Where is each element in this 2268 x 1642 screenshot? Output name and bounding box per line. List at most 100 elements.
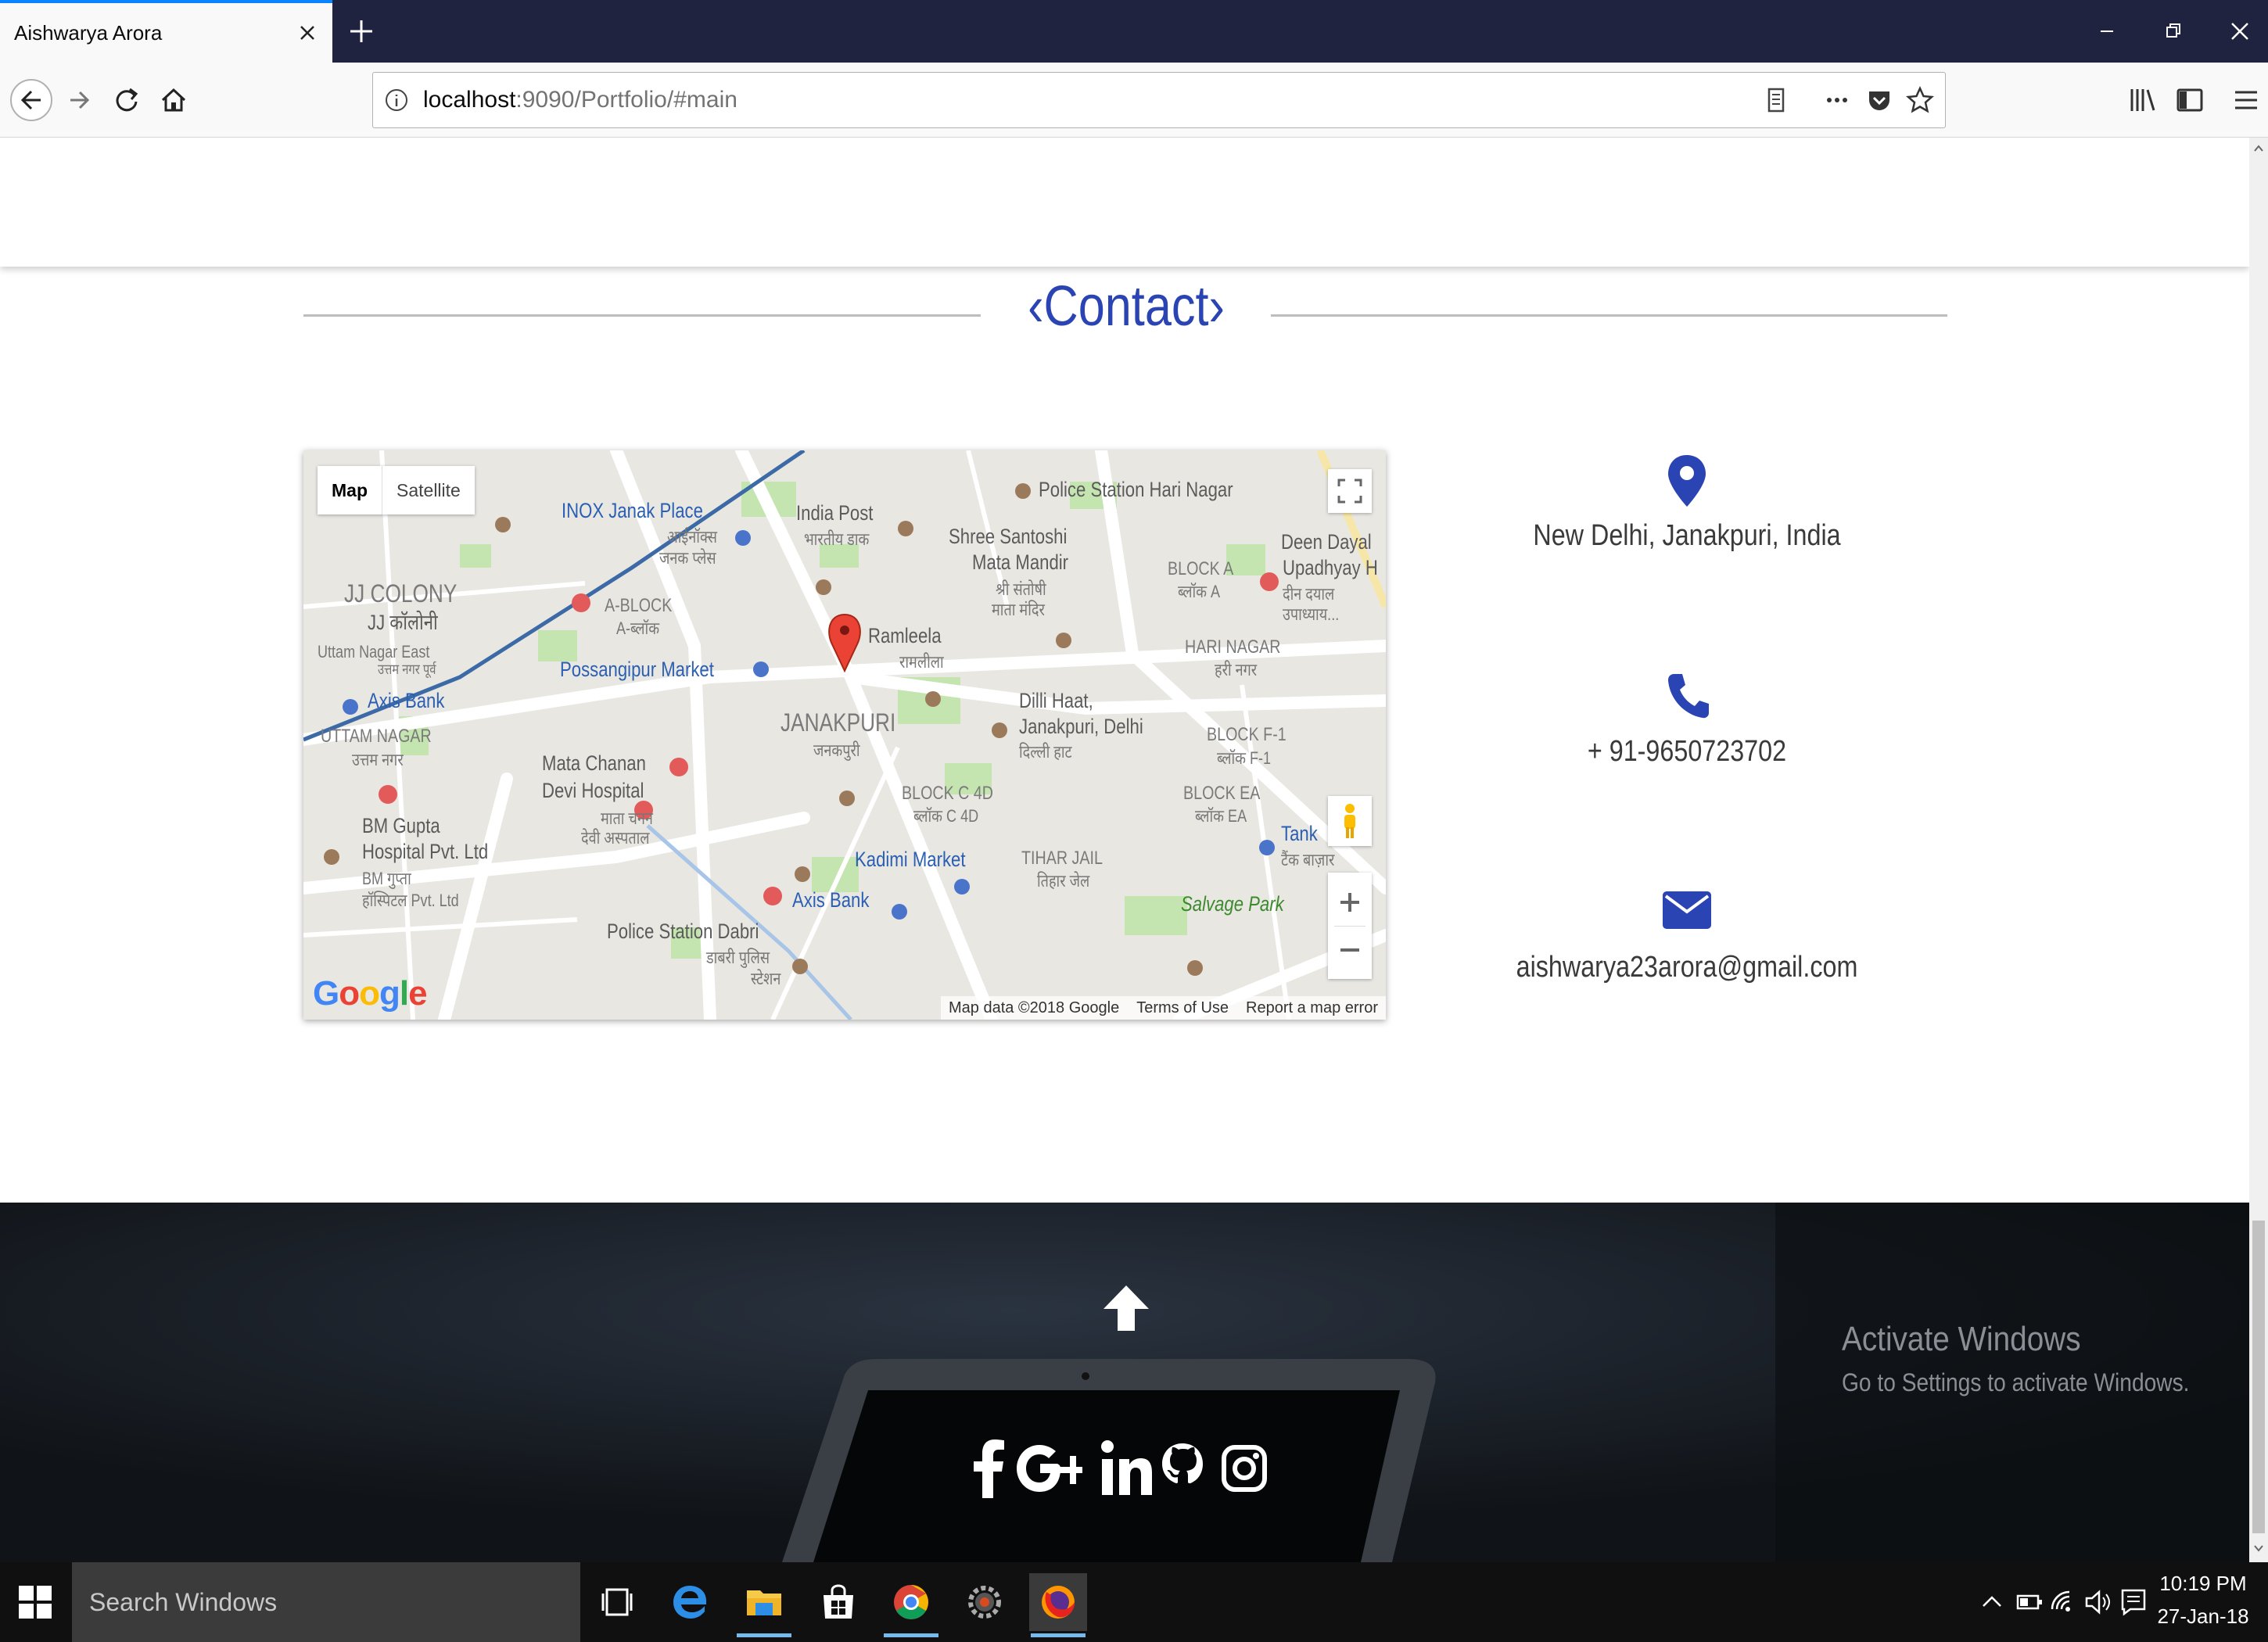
scroll-down-icon[interactable] — [2252, 1542, 2265, 1554]
zoom-in-icon[interactable] — [1337, 879, 1363, 926]
map-label: Shree Santoshi — [949, 525, 1068, 548]
url-text[interactable]: localhost:9090/Portfolio/#main — [423, 87, 1760, 113]
settings-app[interactable] — [956, 1573, 1014, 1631]
map-label: आईनॉक्स — [667, 527, 717, 547]
close-window-icon[interactable] — [2221, 13, 2259, 50]
google-plus-icon[interactable] — [1017, 1437, 1087, 1500]
firefox-app[interactable] — [1029, 1573, 1087, 1637]
scroll-up-icon[interactable] — [2252, 142, 2265, 155]
home-icon[interactable] — [152, 78, 196, 122]
map-label: टैंक बाज़ार — [1281, 850, 1335, 869]
fullscreen-button[interactable] — [1328, 469, 1372, 513]
activate-windows-title: Activate Windows — [1842, 1320, 2081, 1358]
scrollbar-thumb[interactable] — [2252, 1221, 2265, 1533]
running-indicator — [1031, 1633, 1086, 1637]
menu-icon[interactable] — [2224, 78, 2268, 122]
store-app[interactable] — [809, 1573, 867, 1631]
instagram-icon[interactable] — [1220, 1441, 1269, 1496]
map-view-button[interactable]: Map — [318, 466, 382, 514]
map-label: Deen Dayal — [1281, 530, 1372, 554]
map-label: जनक प्लेस — [659, 548, 716, 568]
chrome-app[interactable] — [882, 1573, 940, 1637]
browser-tab[interactable]: Aishwarya Arora — [0, 0, 332, 63]
page-scrollbar[interactable] — [2249, 138, 2268, 1562]
map-label: A-ब्लॉक — [616, 618, 660, 638]
forward-icon[interactable] — [58, 78, 102, 122]
task-view-button[interactable] — [588, 1573, 646, 1631]
bookmark-star-icon[interactable] — [1904, 84, 1936, 116]
firefox-icon — [1042, 1586, 1075, 1619]
contact-email[interactable]: aishwarya23arora@gmail.com — [1455, 951, 1920, 984]
map-label: उपाध्याय... — [1283, 604, 1340, 624]
map-label: A-BLOCK — [605, 595, 673, 616]
gear-icon — [968, 1586, 1001, 1619]
reader-view-icon[interactable] — [1760, 84, 1792, 116]
back-icon[interactable] — [9, 78, 53, 122]
edge-icon — [673, 1586, 706, 1619]
scroll-to-top-icon[interactable] — [1099, 1281, 1154, 1335]
map-label: Possangipur Market — [560, 658, 714, 681]
notifications-icon[interactable] — [2119, 1587, 2148, 1617]
library-icon[interactable] — [2121, 78, 2165, 122]
map-label: Mata Mandir — [972, 550, 1069, 574]
contact-phone[interactable]: + 91-9650723702 — [1455, 735, 1920, 769]
info-icon[interactable] — [382, 86, 411, 114]
street-view-button[interactable] — [1328, 796, 1372, 846]
map-label: UTTAM NAGAR — [321, 726, 432, 747]
pocket-icon[interactable] — [1864, 84, 1895, 116]
taskbar-time[interactable]: 10:19 PM — [2152, 1572, 2254, 1596]
taskbar-date[interactable]: 27-Jan-18 — [2152, 1604, 2254, 1629]
more-actions-icon[interactable] — [1821, 84, 1853, 116]
satellite-view-button[interactable]: Satellite — [382, 466, 475, 514]
google-logo: Google — [313, 974, 428, 1013]
map-label: Upadhyay H — [1283, 556, 1378, 579]
phone-icon — [1668, 674, 1709, 719]
email-icon — [1663, 891, 1711, 929]
map-attribution: Map data ©2018 Google Terms of Use Repor… — [940, 996, 1386, 1020]
map-label: INOX Janak Place — [562, 499, 703, 522]
linkedin-icon[interactable] — [1099, 1437, 1154, 1500]
battery-icon[interactable] — [2015, 1589, 2044, 1615]
map-label: हरी नगर — [1215, 660, 1258, 679]
taskbar-search-placeholder: Search Windows — [89, 1587, 278, 1616]
map-label: Salvage Park — [1181, 892, 1284, 916]
windows-taskbar: Search Windows 10:19 PM 27-Jan-18 — [0, 1562, 2268, 1642]
map-label: तिहार जेल — [1037, 871, 1090, 891]
google-map[interactable]: INOX Janak Place आईनॉक्स जनक प्लेस India… — [303, 450, 1386, 1020]
map-label: उत्तम नगर — [352, 750, 404, 769]
url-bar[interactable]: localhost:9090/Portfolio/#main — [372, 72, 1946, 128]
map-label: Devi Hospital — [542, 779, 644, 802]
page-header — [0, 138, 2249, 267]
map-label: दिल्ली हाट — [1019, 742, 1072, 762]
tab-close-icon[interactable] — [292, 17, 323, 48]
map-label: जनकपुरी — [813, 740, 860, 760]
minimize-icon[interactable] — [2088, 13, 2126, 50]
terms-of-use-link[interactable]: Terms of Use — [1136, 999, 1229, 1017]
section-title: ‹Contact› — [1028, 275, 1225, 338]
file-explorer-app[interactable] — [735, 1573, 793, 1637]
zoom-control — [1328, 873, 1372, 979]
volume-icon[interactable] — [2083, 1589, 2113, 1615]
show-hidden-icons-icon[interactable] — [1979, 1589, 2005, 1615]
new-tab-icon[interactable] — [344, 14, 379, 48]
map-label: डाबरी पुलिस — [706, 948, 770, 967]
map-label: Kadimi Market — [855, 848, 966, 871]
zoom-out-icon[interactable] — [1337, 927, 1363, 973]
map-label: India Post — [796, 501, 874, 525]
file-explorer-icon — [747, 1590, 781, 1615]
map-label: Ramleela — [868, 624, 942, 647]
report-map-error-link[interactable]: Report a map error — [1246, 999, 1378, 1017]
wifi-icon[interactable] — [2049, 1589, 2079, 1615]
windows-start-icon[interactable] — [19, 1586, 52, 1619]
map-label: ब्लॉक A — [1178, 582, 1221, 601]
map-label: JJ कॉलोनी — [368, 611, 438, 634]
location-pin-icon — [1668, 455, 1706, 507]
taskbar-search[interactable]: Search Windows — [72, 1562, 580, 1642]
map-label: Axis Bank — [368, 689, 445, 712]
github-icon[interactable] — [1159, 1437, 1206, 1500]
edge-app[interactable] — [661, 1573, 719, 1631]
restore-icon[interactable] — [2155, 13, 2192, 50]
reload-icon[interactable] — [105, 78, 149, 122]
facebook-icon[interactable] — [970, 1437, 1009, 1500]
sidebar-icon[interactable] — [2168, 78, 2212, 122]
